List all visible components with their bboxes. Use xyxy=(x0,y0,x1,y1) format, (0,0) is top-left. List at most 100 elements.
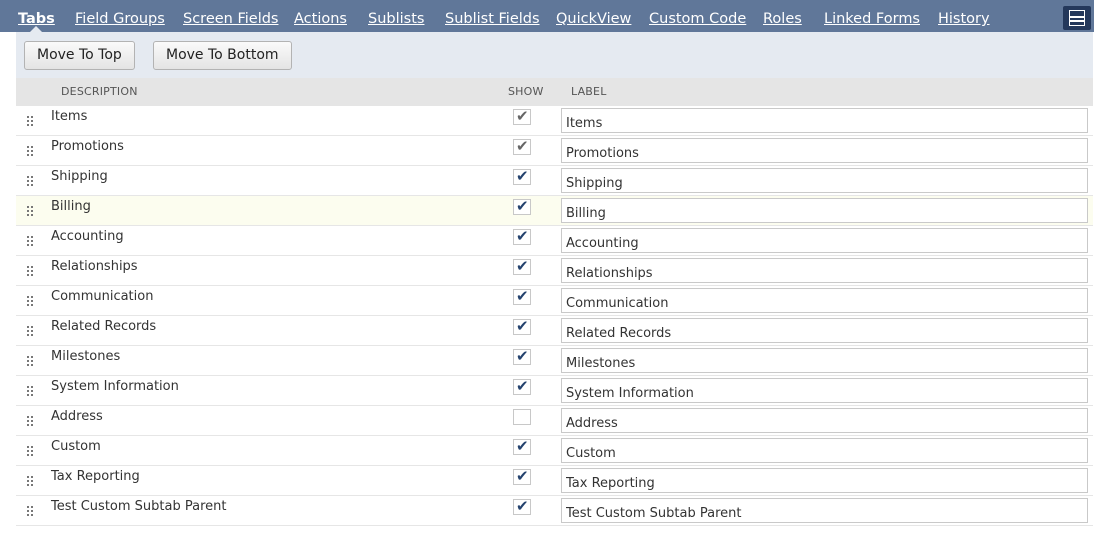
show-checkbox[interactable]: ✔ xyxy=(513,257,531,275)
table-row: Address xyxy=(16,406,1093,436)
row-description: Promotions xyxy=(51,139,124,154)
tab-label: Screen Fields xyxy=(183,11,279,27)
label-input[interactable] xyxy=(561,438,1088,463)
tab-history[interactable]: History xyxy=(938,0,990,32)
checkmark-icon: ✔ xyxy=(516,197,529,215)
checkmark-icon: ✔ xyxy=(516,137,529,155)
tab-label: QuickView xyxy=(556,11,632,27)
row-description: Items xyxy=(51,109,88,124)
label-input[interactable] xyxy=(561,198,1088,223)
row-description: System Information xyxy=(51,379,179,394)
show-checkbox[interactable]: ✔ xyxy=(513,287,531,305)
show-checkbox[interactable]: ✔ xyxy=(513,437,531,455)
tab-field-groups[interactable]: Field Groups xyxy=(75,0,165,32)
row-description: Custom xyxy=(51,439,101,454)
move-to-bottom-button[interactable]: Move To Bottom xyxy=(153,41,292,70)
drag-handle-icon[interactable] xyxy=(27,386,35,398)
show-checkbox[interactable]: ✔ xyxy=(513,167,531,185)
tab-label: Tabs xyxy=(18,11,55,27)
tab-roles[interactable]: Roles xyxy=(763,0,802,32)
label-input[interactable] xyxy=(561,228,1088,253)
table-row: Tax Reporting ✔ xyxy=(16,466,1093,496)
checkmark-icon: ✔ xyxy=(516,347,529,365)
tab-label: Custom Code xyxy=(649,11,747,27)
tab-actions[interactable]: Actions xyxy=(294,0,347,32)
drag-handle-icon[interactable] xyxy=(27,356,35,368)
label-input[interactable] xyxy=(561,468,1088,493)
layout-menu-button[interactable] xyxy=(1063,6,1091,30)
show-checkbox[interactable]: ✔ xyxy=(513,227,531,245)
drag-handle-icon[interactable] xyxy=(27,296,35,308)
drag-handle-icon[interactable] xyxy=(27,416,35,428)
subtab-bar: Tabs Field Groups Screen Fields Actions … xyxy=(0,0,1094,32)
table-row: Custom ✔ xyxy=(16,436,1093,466)
tab-custom-code[interactable]: Custom Code xyxy=(649,0,746,32)
row-description: Test Custom Subtab Parent xyxy=(51,499,227,514)
drag-handle-icon[interactable] xyxy=(27,476,35,488)
table-row: Test Custom Subtab Parent ✔ xyxy=(16,496,1093,526)
checkmark-icon: ✔ xyxy=(516,257,529,275)
row-description: Accounting xyxy=(51,229,124,244)
row-description: Milestones xyxy=(51,349,121,364)
tab-label: Field Groups xyxy=(75,11,165,27)
table-row: Items ✔ xyxy=(16,106,1093,136)
table-row: Related Records ✔ xyxy=(16,316,1093,346)
tab-sublist-fields[interactable]: Sublist Fields xyxy=(445,0,540,32)
drag-handle-icon[interactable] xyxy=(27,446,35,458)
checkmark-icon: ✔ xyxy=(516,107,529,125)
label-input[interactable] xyxy=(561,258,1088,283)
tab-sublists[interactable]: Sublists xyxy=(368,0,424,32)
tab-label: History xyxy=(938,11,990,27)
show-checkbox[interactable]: ✔ xyxy=(513,347,531,365)
toolbar: Move To Top Move To Bottom xyxy=(16,32,1093,78)
drag-handle-icon[interactable] xyxy=(27,176,35,188)
checkmark-icon: ✔ xyxy=(516,227,529,245)
drag-handle-icon[interactable] xyxy=(27,326,35,338)
drag-handle-icon[interactable] xyxy=(27,266,35,278)
table-row: Shipping ✔ xyxy=(16,166,1093,196)
checkmark-icon: ✔ xyxy=(516,377,529,395)
drag-handle-icon[interactable] xyxy=(27,236,35,248)
show-checkbox[interactable]: ✔ xyxy=(513,317,531,335)
show-checkbox[interactable] xyxy=(513,409,531,425)
tab-screen-fields[interactable]: Screen Fields xyxy=(183,0,278,32)
move-to-top-button[interactable]: Move To Top xyxy=(24,41,135,70)
label-input[interactable] xyxy=(561,348,1088,373)
row-description: Relationships xyxy=(51,259,138,274)
tab-linked-forms[interactable]: Linked Forms xyxy=(824,0,920,32)
tab-label: Roles xyxy=(763,11,802,27)
show-checkbox: ✔ xyxy=(513,137,531,155)
show-checkbox[interactable]: ✔ xyxy=(513,197,531,215)
show-checkbox[interactable]: ✔ xyxy=(513,497,531,515)
label-input[interactable] xyxy=(561,288,1088,313)
label-input[interactable] xyxy=(561,108,1088,133)
show-checkbox[interactable]: ✔ xyxy=(513,377,531,395)
label-input[interactable] xyxy=(561,168,1088,193)
column-header-description: DESCRIPTION xyxy=(61,85,138,98)
show-checkbox[interactable]: ✔ xyxy=(513,467,531,485)
table-row: Billing ✔ xyxy=(16,196,1093,226)
drag-handle-icon[interactable] xyxy=(27,116,35,128)
tab-tabs[interactable]: Tabs xyxy=(18,0,55,32)
drag-handle-icon[interactable] xyxy=(27,206,35,218)
column-header-show: SHOW xyxy=(508,85,544,98)
table-row: Communication ✔ xyxy=(16,286,1093,316)
row-description: Communication xyxy=(51,289,154,304)
table-row: Milestones ✔ xyxy=(16,346,1093,376)
tab-label: Sublist Fields xyxy=(445,11,540,27)
label-input[interactable] xyxy=(561,318,1088,343)
table-row: Accounting ✔ xyxy=(16,226,1093,256)
label-input[interactable] xyxy=(561,498,1088,523)
checkmark-icon: ✔ xyxy=(516,497,529,515)
tab-label: Sublists xyxy=(368,11,425,27)
label-input[interactable] xyxy=(561,138,1088,163)
label-input[interactable] xyxy=(561,378,1088,403)
drag-handle-icon[interactable] xyxy=(27,506,35,518)
tab-label: Actions xyxy=(294,11,347,27)
table-row: Relationships ✔ xyxy=(16,256,1093,286)
label-input[interactable] xyxy=(561,408,1088,433)
row-description: Billing xyxy=(51,199,91,214)
tab-quickview[interactable]: QuickView xyxy=(556,0,631,32)
drag-handle-icon[interactable] xyxy=(27,146,35,158)
row-description: Address xyxy=(51,409,103,424)
